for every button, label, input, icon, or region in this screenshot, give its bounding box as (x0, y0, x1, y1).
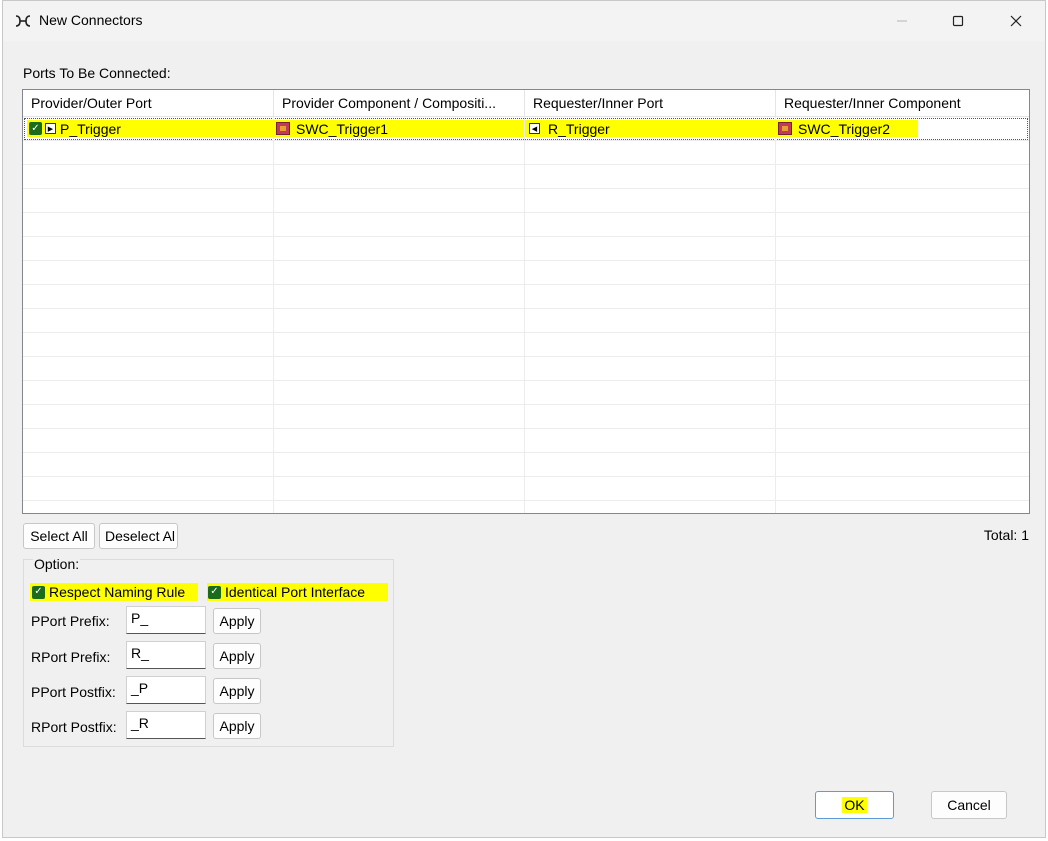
title-bar[interactable]: New Connectors (3, 1, 1045, 41)
pport-postfix-input[interactable]: _P (126, 676, 206, 704)
pport-prefix-apply-button[interactable]: Apply (213, 608, 261, 634)
pport-postfix-apply-button[interactable]: Apply (213, 678, 261, 704)
requester-component-cell[interactable]: SWC_Trigger2 (776, 117, 1027, 140)
respect-naming-rule-label: Respect Naming Rule (49, 584, 186, 600)
rport-postfix-apply-button[interactable]: Apply (213, 713, 261, 739)
identical-port-interface-checkbox[interactable]: ✓ Identical Port Interface (207, 583, 388, 601)
table-row (23, 477, 1029, 501)
identical-port-interface-label: Identical Port Interface (225, 584, 366, 600)
total-count: Total: 1 (983, 527, 1029, 543)
table-row (23, 309, 1029, 333)
table-header: Provider/Outer Port Provider Component /… (23, 90, 1029, 117)
maximize-icon (952, 15, 964, 27)
table-row (23, 141, 1029, 165)
table-row (23, 453, 1029, 477)
table-row (23, 381, 1029, 405)
component-icon (276, 122, 290, 135)
requester-port-cell[interactable]: ◀ R_Trigger (525, 117, 776, 140)
check-icon: ✓ (208, 585, 221, 599)
table-row[interactable]: ✓ ▶ P_Trigger SWC_Trigger1 ◀ R_Trigger S… (23, 117, 1029, 141)
requester-port-icon: ◀ (529, 123, 540, 134)
provider-port-icon: ▶ (45, 123, 56, 134)
table-row (23, 405, 1029, 429)
column-header-requester-port[interactable]: Requester/Inner Port (525, 90, 776, 116)
row-checkbox[interactable]: ✓ (29, 122, 42, 135)
rport-postfix-input[interactable]: _R (126, 711, 206, 739)
table-row (23, 333, 1029, 357)
pport-postfix-label: PPort Postfix: (31, 684, 116, 700)
ok-label: OK (842, 797, 867, 813)
rport-prefix-label: RPort Prefix: (31, 649, 111, 665)
column-header-provider-component[interactable]: Provider Component / Compositi... (274, 90, 525, 116)
provider-component-name: SWC_Trigger1 (296, 120, 389, 137)
cancel-button[interactable]: Cancel (931, 791, 1007, 819)
maximize-button[interactable] (935, 1, 981, 41)
pport-prefix-input[interactable]: P_ (126, 606, 206, 634)
respect-naming-rule-checkbox[interactable]: ✓ Respect Naming Rule (30, 583, 198, 601)
rport-prefix-input[interactable]: R_ (126, 641, 206, 669)
table-body: ✓ ▶ P_Trigger SWC_Trigger1 ◀ R_Trigger S… (23, 117, 1029, 513)
close-icon (1010, 15, 1022, 27)
table-row (23, 501, 1029, 513)
table-row (23, 261, 1029, 285)
rport-prefix-apply-button[interactable]: Apply (213, 643, 261, 669)
pport-prefix-label: PPort Prefix: (31, 613, 110, 629)
new-connectors-dialog: New Connectors Ports To Be Connected: Pr… (2, 0, 1046, 838)
column-header-requester-component[interactable]: Requester/Inner Component (776, 90, 1027, 116)
ports-table[interactable]: Provider/Outer Port Provider Component /… (22, 89, 1030, 514)
table-row (23, 189, 1029, 213)
provider-port-name: P_Trigger (60, 120, 121, 137)
column-header-provider-port[interactable]: Provider/Outer Port (23, 90, 274, 116)
close-button[interactable] (993, 1, 1039, 41)
ok-button[interactable]: OK (815, 791, 894, 819)
minimize-icon (897, 20, 907, 22)
ports-to-be-connected-label: Ports To Be Connected: (23, 65, 171, 81)
requester-component-name: SWC_Trigger2 (798, 120, 891, 137)
deselect-all-button[interactable]: Deselect Al (99, 523, 178, 549)
requester-port-name: R_Trigger (548, 120, 610, 137)
table-row (23, 357, 1029, 381)
provider-component-cell[interactable]: SWC_Trigger1 (274, 117, 525, 140)
minimize-button[interactable] (879, 1, 925, 41)
window-title: New Connectors (39, 12, 143, 28)
table-row (23, 165, 1029, 189)
table-row (23, 213, 1029, 237)
select-all-button[interactable]: Select All (23, 523, 95, 549)
rport-postfix-label: RPort Postfix: (31, 719, 117, 735)
options-title: Option: (33, 556, 81, 572)
connector-icon (15, 15, 31, 27)
component-icon (778, 122, 792, 135)
check-icon: ✓ (32, 585, 45, 599)
table-row (23, 429, 1029, 453)
table-row (23, 285, 1029, 309)
provider-port-cell[interactable]: ✓ ▶ P_Trigger (23, 117, 274, 140)
table-row (23, 237, 1029, 261)
